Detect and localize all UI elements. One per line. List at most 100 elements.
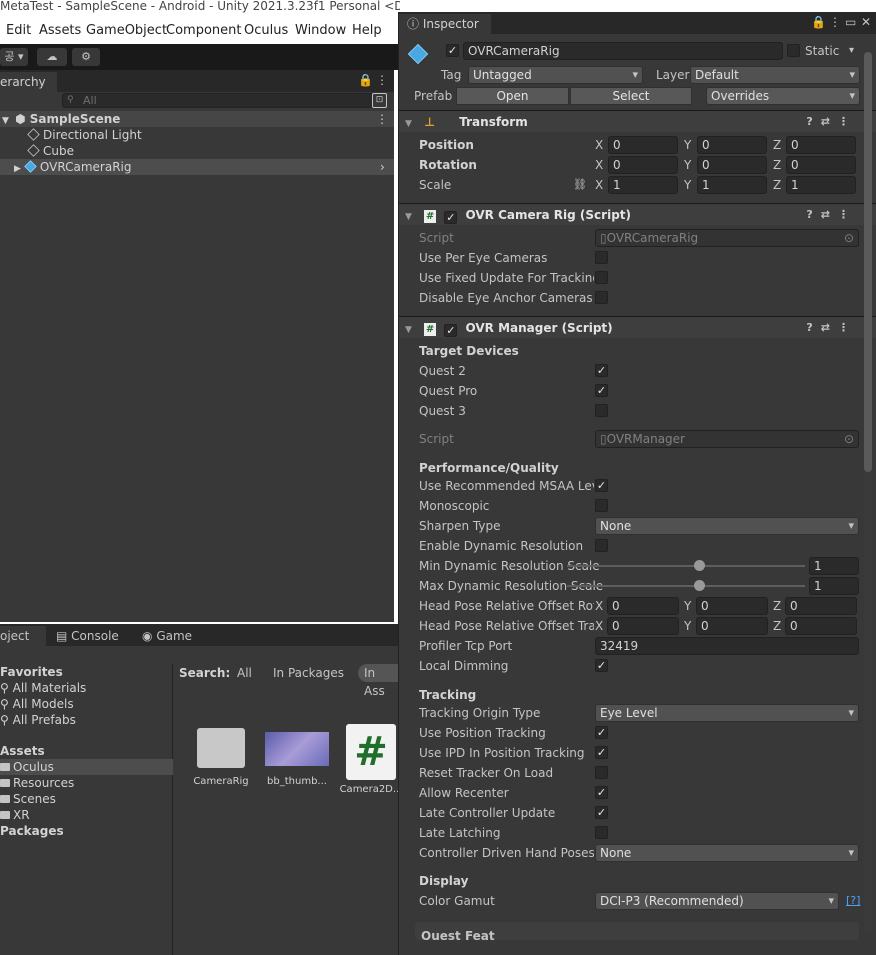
lock-icon[interactable]: 🔒: [358, 73, 373, 87]
dynres-checkbox[interactable]: [595, 539, 608, 552]
asset-bb-thumb[interactable]: bb_thumb...: [262, 724, 332, 787]
favorites-header[interactable]: Favorites: [0, 664, 173, 680]
tracking-prop-checkbox[interactable]: [595, 826, 608, 839]
head-tra-x-field[interactable]: 0: [607, 617, 679, 635]
folder-oculus[interactable]: Oculus: [0, 759, 173, 775]
hierarchy-item-ovrcamerarig[interactable]: ▶ OVRCameraRig ›: [0, 159, 394, 175]
head-rot-z-field[interactable]: 0: [785, 597, 857, 615]
tracking-prop-checkbox[interactable]: ✓: [595, 746, 608, 759]
chevron-right-icon[interactable]: ›: [380, 159, 385, 175]
target-device-checkbox[interactable]: ✓: [595, 384, 608, 397]
asset-camera2d[interactable]: # Camera2D...: [336, 724, 406, 795]
search-by-type-icon[interactable]: ⊡: [372, 93, 387, 108]
menu-window[interactable]: Window: [295, 23, 346, 38]
color-gamut-dropdown[interactable]: DCI-P3 (Recommended): [595, 892, 839, 910]
menu-edit[interactable]: Edit: [6, 23, 31, 38]
help-link[interactable]: [?]: [846, 894, 860, 907]
object-picker-icon[interactable]: ⊙: [844, 230, 854, 246]
component-header-icons[interactable]: ?⇄⋮: [806, 317, 857, 339]
folder-xr[interactable]: XR: [0, 807, 173, 823]
collapse-arrow-icon[interactable]: ▼: [2, 116, 9, 126]
local-dimming-checkbox[interactable]: ✓: [595, 659, 608, 672]
prefab-select-button[interactable]: Select: [570, 87, 692, 105]
object-name-field[interactable]: OVRCameraRig: [463, 42, 783, 60]
menu-help[interactable]: Help: [352, 23, 382, 38]
script-field[interactable]: ▯OVRManager ⊙: [595, 430, 859, 448]
favorite-all-prefabs[interactable]: ⚲ All Prefabs: [0, 712, 173, 728]
min-scale-slider-handle[interactable]: [694, 560, 705, 571]
hand-poses-dropdown[interactable]: None: [595, 844, 859, 862]
min-scale-field[interactable]: 1: [809, 557, 859, 575]
packages-header[interactable]: Packages: [0, 823, 173, 839]
target-device-checkbox[interactable]: [595, 404, 608, 417]
transform-header[interactable]: ▼ ⊥ Transform ?⇄⋮: [399, 110, 876, 132]
constrain-proportions-icon[interactable]: ⛓: [573, 176, 587, 194]
tcp-port-field[interactable]: 32419: [595, 637, 859, 655]
favorite-all-models[interactable]: ⚲ All Models: [0, 696, 173, 712]
scene-kebab-icon[interactable]: ⋮: [376, 111, 388, 127]
tracking-prop-checkbox[interactable]: ✓: [595, 786, 608, 799]
tab-inspector[interactable]: ⓘ Inspector: [399, 14, 491, 34]
close-icon[interactable]: ✕: [861, 15, 871, 29]
prefab-overrides-dropdown[interactable]: Overrides: [706, 87, 860, 105]
scope-all[interactable]: All: [237, 666, 252, 680]
folder-resources[interactable]: Resources: [0, 775, 173, 791]
favorite-all-materials[interactable]: ⚲ All Materials: [0, 680, 173, 696]
layer-dropdown[interactable]: Default: [690, 66, 860, 84]
script-field[interactable]: ▯OVRCameraRig ⊙: [595, 229, 859, 247]
quest-features-foldout[interactable]: Quest Feat: [415, 922, 859, 940]
head-tra-z-field[interactable]: 0: [785, 617, 857, 635]
account-dropdown[interactable]: 공 ▾: [0, 48, 28, 66]
menu-assets[interactable]: Assets: [39, 23, 81, 38]
enabled-checkbox[interactable]: ✓: [444, 211, 458, 224]
expand-arrow-icon[interactable]: ▶: [14, 164, 21, 174]
assets-header[interactable]: Assets: [0, 743, 173, 759]
scope-in-assets[interactable]: In Ass: [358, 664, 398, 698]
position-z-field[interactable]: 0: [786, 136, 856, 154]
menu-gameobject[interactable]: GameObject: [86, 23, 167, 38]
tab-hierarchy[interactable]: erarchy: [0, 72, 57, 92]
max-scale-field[interactable]: 1: [809, 577, 859, 595]
menu-oculus[interactable]: Oculus: [244, 23, 288, 38]
sharpen-dropdown[interactable]: None: [595, 517, 859, 535]
tag-dropdown[interactable]: Untagged: [468, 66, 643, 84]
position-x-field[interactable]: 0: [608, 136, 678, 154]
origin-type-dropdown[interactable]: Eye Level: [595, 704, 859, 722]
settings-button[interactable]: ⚙: [72, 48, 100, 66]
hierarchy-item-cube[interactable]: Cube: [0, 143, 394, 159]
min-scale-slider-track[interactable]: [567, 565, 805, 567]
prefab-open-button[interactable]: Open: [456, 87, 569, 105]
asset-camerarig[interactable]: CameraRig: [186, 724, 256, 787]
scrollbar-thumb[interactable]: [864, 52, 872, 472]
tab-game[interactable]: ◉ Game: [142, 626, 192, 646]
folder-scenes[interactable]: Scenes: [0, 791, 173, 807]
foldout-arrow-icon[interactable]: ▼: [405, 119, 412, 129]
camera-rig-header[interactable]: ▼ # ✓ OVR Camera Rig (Script) ?⇄⋮: [399, 203, 876, 225]
scale-z-field[interactable]: 1: [786, 176, 856, 194]
max-scale-slider-handle[interactable]: [694, 580, 705, 591]
max-scale-slider-track[interactable]: [567, 585, 805, 587]
tab-project[interactable]: oject: [0, 626, 46, 646]
head-rot-y-field[interactable]: 0: [696, 597, 768, 615]
foldout-arrow-icon[interactable]: ▼: [405, 325, 412, 335]
tracking-prop-checkbox[interactable]: ✓: [595, 726, 608, 739]
scene-row[interactable]: ▼ ⬢ SampleScene ⋮: [0, 111, 394, 127]
tab-console[interactable]: ▤ Console: [56, 626, 119, 646]
scale-x-field[interactable]: 1: [608, 176, 678, 194]
static-checkbox[interactable]: [787, 44, 800, 57]
foldout-arrow-icon[interactable]: ▼: [405, 212, 412, 222]
scope-in-packages[interactable]: In Packages: [273, 666, 344, 680]
camera-rig-prop-checkbox[interactable]: [595, 271, 608, 284]
object-picker-icon[interactable]: ⊙: [844, 431, 854, 447]
kebab-menu-icon[interactable]: ⋮: [829, 15, 841, 29]
monoscopic-checkbox[interactable]: [595, 499, 608, 512]
target-device-checkbox[interactable]: ✓: [595, 364, 608, 377]
component-header-icons[interactable]: ?⇄⋮: [806, 111, 857, 133]
head-tra-y-field[interactable]: 0: [696, 617, 768, 635]
hierarchy-item-directional-light[interactable]: Directional Light: [0, 127, 394, 143]
manager-header[interactable]: ▼ # ✓ OVR Manager (Script) ?⇄⋮: [399, 316, 876, 338]
camera-rig-prop-checkbox[interactable]: [595, 251, 608, 264]
active-checkbox[interactable]: ✓: [446, 44, 459, 57]
enabled-checkbox[interactable]: ✓: [444, 324, 458, 337]
inspector-scrollbar[interactable]: [864, 52, 872, 932]
